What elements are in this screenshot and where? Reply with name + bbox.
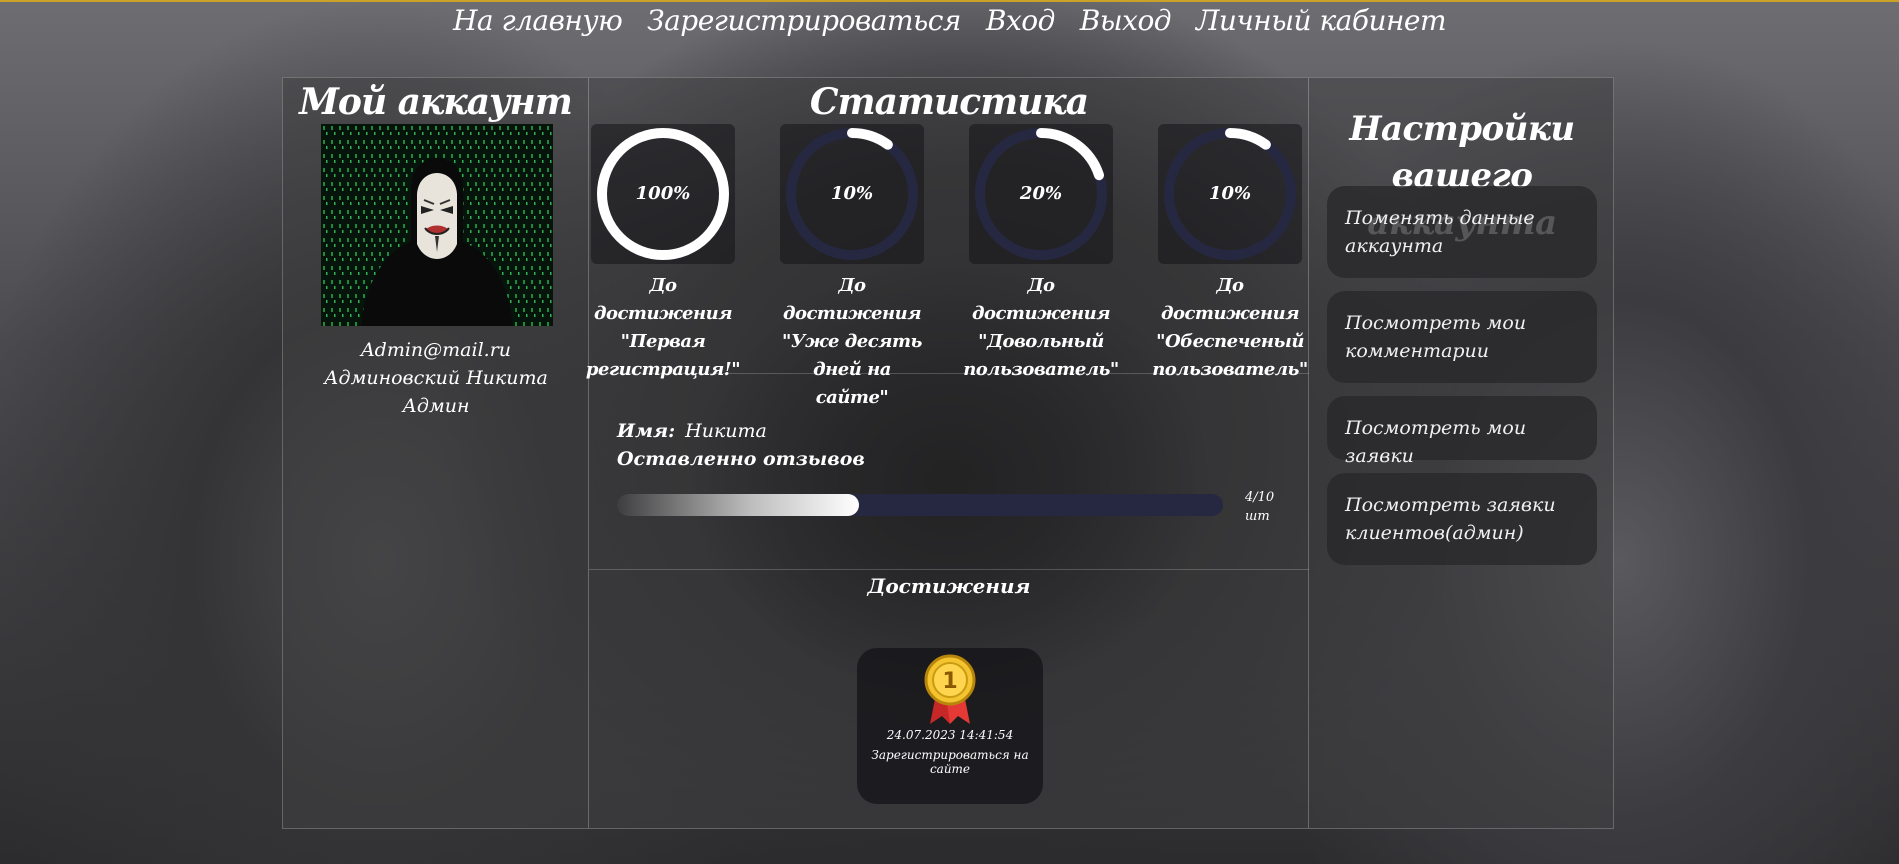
account-panel: Мой аккаунт Admin@mail.ru Админовский Ни… (282, 77, 1614, 829)
gauge-value: 10% (1208, 183, 1252, 204)
main-nav: На главную Зарегистрироваться Вход Выход… (0, 4, 1899, 37)
reviews-count-value: 4/10 (1245, 490, 1275, 505)
gauge-card: 100% До достижения "Первая регистрация!" (586, 124, 741, 380)
reviews-progress-fill (617, 494, 860, 516)
view-client-requests-button[interactable]: Посмотреть заявки клиентов(админ) (1327, 473, 1597, 565)
svg-text:1: 1 (942, 669, 957, 694)
user-full-name: Админовский Никита (324, 367, 548, 389)
gauge-label: До достижения "Уже десять дней на сайте" (782, 275, 922, 408)
reviews-progress-bar (617, 494, 1223, 516)
settings-column: Настройки вашего аккаунта Поменять данны… (1309, 78, 1615, 828)
view-my-comments-button[interactable]: Посмотреть мои комментарии (1327, 291, 1597, 383)
account-column: Мой аккаунт Admin@mail.ru Админовский Ни… (283, 78, 589, 828)
change-account-data-button[interactable]: Поменять данные аккаунта (1327, 186, 1597, 278)
gauge-value: 100% (635, 183, 691, 204)
gauge-label: До достижения "Довольный пользователь" (963, 275, 1119, 380)
gauge-label: До достижения "Первая регистрация!" (585, 275, 741, 380)
nav-logout-link[interactable]: Выход (1080, 4, 1172, 37)
avatar-image (321, 124, 553, 326)
stats-title: Статистика (809, 81, 1089, 123)
gauge-label: До достижения "Обеспеченый пользователь" (1152, 275, 1308, 380)
user-info: Admin@mail.ru Админовский Никита Админ (283, 336, 589, 420)
name-label: Имя: (617, 420, 676, 442)
medal-icon: 1 (924, 654, 976, 724)
gauge-card: 10% До достижения "Обеспеченый пользоват… (1152, 124, 1308, 380)
reviews-count-unit: шт (1245, 509, 1270, 524)
name-row: Имя: Никита (617, 420, 767, 442)
divider (589, 373, 1309, 374)
avatar (321, 124, 553, 326)
achievement-date: 24.07.2023 14:41:54 (886, 728, 1014, 742)
gauge-value: 10% (830, 183, 874, 204)
achievement-card: 1 24.07.2023 14:41:54 Зарегистрироваться… (857, 648, 1043, 804)
name-value: Никита (685, 420, 767, 442)
nav-login-link[interactable]: Вход (986, 4, 1055, 37)
nav-register-link[interactable]: Зарегистрироваться (647, 4, 961, 37)
reviews-label: Оставленно отзывов (617, 448, 865, 470)
achievements-title: Достижения (867, 574, 1031, 598)
achievement-name: Зарегистрироваться на сайте (871, 748, 1029, 776)
user-email: Admin@mail.ru (360, 339, 512, 361)
user-role: Админ (402, 395, 470, 417)
gauge-value: 20% (1019, 183, 1063, 204)
nav-cabinet-link[interactable]: Личный кабинет (1196, 4, 1447, 37)
view-my-requests-button[interactable]: Посмотреть мои заявки (1327, 396, 1597, 467)
stats-column: Статистика 100% До достижения "Первая ре… (586, 78, 1309, 828)
nav-home-link[interactable]: На главную (453, 4, 623, 37)
top-accent-line (0, 0, 1899, 2)
account-title: Мой аккаунт (299, 81, 573, 123)
gauge-card: 20% До достижения "Довольный пользовател… (963, 124, 1119, 380)
reviews-count: 4/10 шт (1245, 488, 1274, 526)
gauge-card: 10% До достижения "Уже десять дней на са… (780, 124, 924, 408)
divider (589, 569, 1309, 570)
